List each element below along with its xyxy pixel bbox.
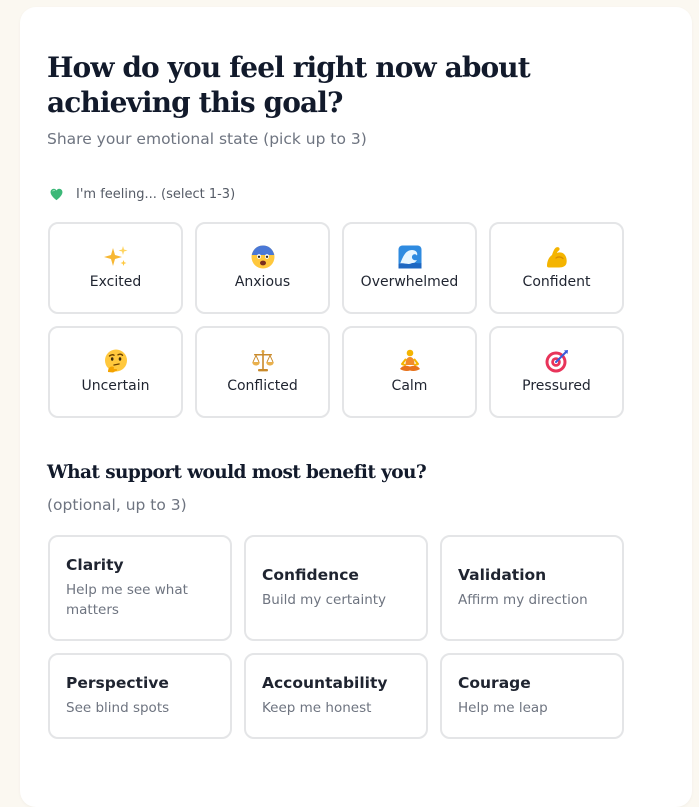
page-subtitle: Share your emotional state (pick up to 3… [47,130,367,148]
emotion-label: Overwhelmed [360,274,459,290]
emotion-option-anxious[interactable]: Anxious [195,222,330,314]
support-section-title: What support would most benefit you? [47,462,427,483]
support-option-description: See blind spots [66,700,170,716]
support-option-description: Help me leap [458,700,548,716]
emotion-option-pressured[interactable]: Pressured [489,326,624,418]
meditation-icon [399,349,420,371]
emotion-label: Conflicted [227,378,298,394]
emotion-label: Confident [522,274,591,290]
emotion-option-conflicted[interactable]: Conflicted [195,326,330,418]
support-option-title: Validation [458,566,547,584]
support-option-description: Keep me honest [262,700,372,716]
wave-icon [398,245,421,269]
support-option-courage[interactable]: Courage Help me leap [440,653,624,739]
flexed-biceps-icon [546,247,567,268]
emotion-option-overwhelmed[interactable]: Overwhelmed [342,222,477,314]
emotion-label: Calm [391,378,428,394]
emotion-label: Uncertain [81,378,150,394]
support-option-title: Confidence [262,566,359,584]
support-section-subtitle: (optional, up to 3) [47,496,187,514]
scales-icon [251,350,274,372]
emotion-option-uncertain[interactable]: Uncertain [48,326,183,418]
support-option-accountability[interactable]: Accountability Keep me honest [244,653,428,739]
support-option-title: Clarity [66,556,124,574]
support-option-confidence[interactable]: Confidence Build my certainty [244,535,428,641]
support-option-title: Courage [458,674,531,692]
thinking-face-icon [104,349,127,373]
page-title: How do you feel right now about achievin… [47,51,531,119]
emotion-grid: Excited Anxious Overwhelmed Confident Un… [48,222,624,418]
support-option-title: Perspective [66,674,169,692]
emotion-option-calm[interactable]: Calm [342,326,477,418]
support-option-description: Affirm my direction [458,592,588,608]
support-option-perspective[interactable]: Perspective See blind spots [48,653,232,739]
support-option-description: Help me see what matters [66,582,188,618]
target-icon [545,350,568,373]
emotion-option-excited[interactable]: Excited [48,222,183,314]
emotion-label: Anxious [234,274,291,290]
feeling-label-text: I'm feeling... (select 1-3) [76,187,236,202]
sparkles-icon [103,246,127,266]
support-grid: Clarity Help me see what matters Confide… [48,535,624,739]
green-heart-icon [50,188,63,201]
emotion-label: Excited [89,274,142,290]
anxious-face-icon [251,245,274,269]
support-option-description: Build my certainty [262,592,387,608]
feeling-label: I'm feeling... (select 1-3) [49,187,235,202]
emotion-label: Pressured [522,378,591,394]
support-option-title: Accountability [262,674,388,692]
support-option-clarity[interactable]: Clarity Help me see what matters [48,535,232,641]
emotion-option-confident[interactable]: Confident [489,222,624,314]
support-option-validation[interactable]: Validation Affirm my direction [440,535,624,641]
